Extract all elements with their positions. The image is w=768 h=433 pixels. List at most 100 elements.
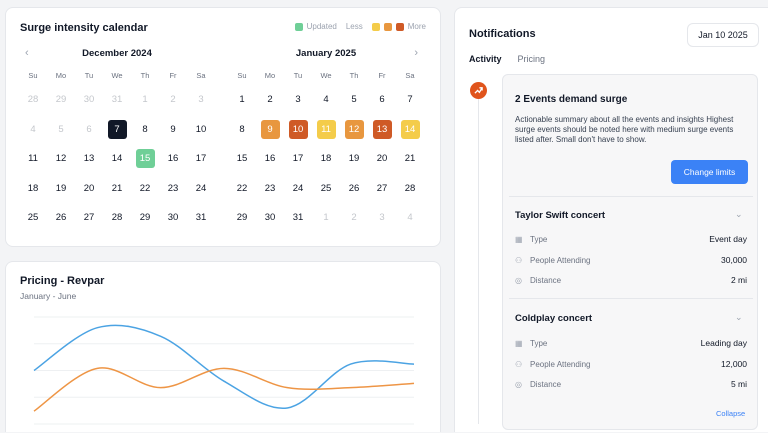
calendar-day[interactable]: 8 [228,115,256,145]
calendar-day[interactable]: 22 [228,174,256,204]
calendar-day[interactable]: 11 [19,144,47,174]
calendar-day[interactable]: 6 [368,85,396,115]
calendar-day[interactable]: 18 [312,144,340,174]
date-picker-button[interactable]: Jan 10 2025 [687,23,759,47]
calendar-day[interactable]: 3 [284,85,312,115]
day-number: 29 [55,94,67,106]
calendar-day[interactable]: 15 [131,144,159,174]
day-number: 7 [407,94,413,106]
collapse-link[interactable]: Collapse [716,409,745,418]
day-number: 15 [135,149,155,169]
day-number: 15 [236,153,248,165]
weekday-label: Th [140,71,150,80]
calendar-day[interactable]: 26 [340,174,368,204]
calendar-day[interactable]: 28 [396,174,424,204]
detail-row: ◎ Distance 5 mi [515,378,747,390]
calendar-day[interactable]: 19 [340,144,368,174]
calendar-day[interactable]: 29 [228,203,256,233]
calendar-day[interactable]: 5 [47,115,75,145]
calendar-day[interactable]: 26 [47,203,75,233]
tab-activity[interactable]: Activity [469,54,502,64]
calendar-day[interactable]: 28 [103,203,131,233]
calendar-day[interactable]: 25 [312,174,340,204]
calendar-day[interactable]: 10 [187,115,215,145]
event-description: Actionable summary about all the events … [515,115,734,144]
calendar-day[interactable]: 7 [103,115,131,145]
calendar-day[interactable]: 13 [368,115,396,145]
calendar-day[interactable]: 21 [103,174,131,204]
calendar-day[interactable]: 8 [131,115,159,145]
calendar-day[interactable]: 31 [187,203,215,233]
calendar-day[interactable]: 12 [340,115,368,145]
detail-row: ▦ Type Event day [515,233,747,245]
calendar-day[interactable]: 31 [103,85,131,115]
chevron-right-icon[interactable]: › [414,47,418,59]
pricing-line-chart [33,316,415,425]
calendar-day[interactable]: 30 [159,203,187,233]
calendar-day[interactable]: 13 [75,144,103,174]
calendar-day[interactable]: 24 [284,174,312,204]
calendar-day[interactable]: 9 [159,115,187,145]
calendar-day[interactable]: 12 [47,144,75,174]
calendar-day[interactable]: 22 [131,174,159,204]
calendar-day[interactable]: 11 [312,115,340,145]
calendar-day[interactable]: 17 [284,144,312,174]
notifications-title: Notifications [469,28,536,40]
calendar-day[interactable]: 30 [75,85,103,115]
tab-pricing[interactable]: Pricing [518,54,546,64]
calendar-day[interactable]: 16 [256,144,284,174]
weekday-label: Th [349,71,359,80]
calendar-day[interactable]: 9 [256,115,284,145]
calendar-day[interactable]: 1 [228,85,256,115]
calendar-day[interactable]: 30 [256,203,284,233]
calendar-day[interactable]: 2 [256,85,284,115]
calendar-day[interactable]: 3 [368,203,396,233]
calendar-day[interactable]: 14 [103,144,131,174]
calendar-day[interactable]: 20 [75,174,103,204]
calendar-day[interactable]: 28 [19,85,47,115]
day-number: 13 [83,153,95,165]
calendar-day[interactable]: 18 [19,174,47,204]
calendar-day[interactable]: 14 [396,115,424,145]
calendar-day[interactable]: 2 [340,203,368,233]
calendar-day[interactable]: 7 [396,85,424,115]
weekday-label: Su [28,71,38,80]
calendar-day[interactable]: 6 [75,115,103,145]
calendar-day[interactable]: 3 [187,85,215,115]
calendar-day[interactable]: 1 [312,203,340,233]
day-number: 2 [267,94,273,106]
calendar-day[interactable]: 17 [187,144,215,174]
calendar-day[interactable]: 5 [340,85,368,115]
day-number: 17 [292,153,304,165]
calendar-day[interactable]: 23 [159,174,187,204]
chevron-left-icon[interactable]: ‹ [25,47,29,59]
calendar-day[interactable]: 4 [19,115,47,145]
chevron-down-icon[interactable]: ⌄ [735,209,743,220]
detail-row: ▦ Type Leading day [515,337,747,349]
calendar-day[interactable]: 20 [368,144,396,174]
calendar-day[interactable]: 10 [284,115,312,145]
calendar-day[interactable]: 19 [47,174,75,204]
change-limits-button[interactable]: Change limits [671,160,748,184]
calendar-day[interactable]: 25 [19,203,47,233]
day-number: 3 [379,212,385,224]
calendar-day[interactable]: 31 [284,203,312,233]
calendar-day[interactable]: 4 [312,85,340,115]
calendar-day[interactable]: 1 [131,85,159,115]
day-grid: 28 29 30 31 1 2 3 4 5 6 7 8 9 10 11 12 13 14 15 16 17 18 19 20 2… [19,85,215,233]
calendar-day[interactable]: 15 [228,144,256,174]
day-number: 1 [142,94,148,106]
calendar-day[interactable]: 23 [256,174,284,204]
calendar-day[interactable]: 4 [396,203,424,233]
calendar-day[interactable]: 2 [159,85,187,115]
calendar-day[interactable]: 24 [187,174,215,204]
calendar-day[interactable]: 21 [396,144,424,174]
calendar-day[interactable]: 29 [47,85,75,115]
calendar-day[interactable]: 27 [368,174,396,204]
chevron-down-icon[interactable]: ⌄ [735,312,743,323]
day-number: 5 [58,123,64,135]
calendar-day[interactable]: 29 [131,203,159,233]
day-number: 22 [139,182,151,194]
calendar-day[interactable]: 27 [75,203,103,233]
calendar-day[interactable]: 16 [159,144,187,174]
